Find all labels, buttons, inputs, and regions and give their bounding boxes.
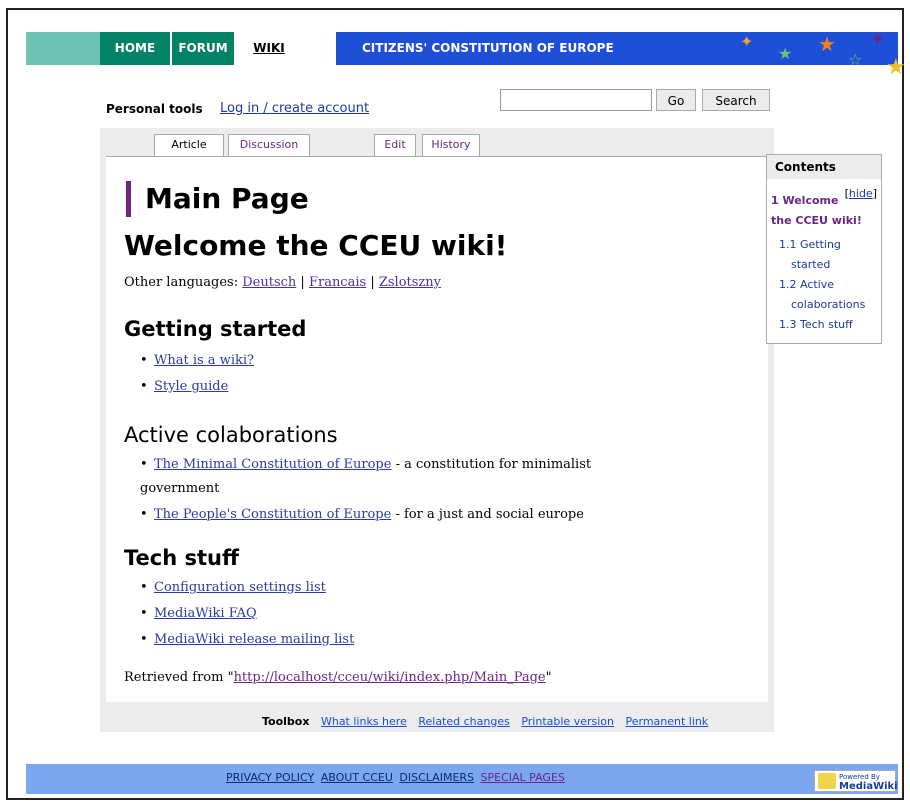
toc-item-label: 1.3 Tech stuff [779, 318, 853, 331]
list-item: • The People's Constitution of Europe - f… [140, 507, 584, 522]
lang-link-francais[interactable]: Francais [309, 275, 366, 290]
toolbox-label: Toolbox [262, 715, 310, 728]
nav-wiki[interactable]: WIKI [236, 32, 302, 65]
star-icon: ☆ [848, 50, 863, 69]
toolbox-link-printable-version[interactable]: Printable version [521, 715, 614, 728]
footer-link-special-pages[interactable]: SPECIAL PAGES [481, 771, 565, 784]
bracket: ] [872, 187, 877, 200]
other-languages: Other languages: Deutsch | Francais | Zs… [124, 275, 441, 290]
link-peoples-constitution[interactable]: The People's Constitution of Europe [154, 507, 391, 522]
toc-item-label: 1.2 Active [779, 278, 835, 291]
toc-item-label: 1.1 Getting [779, 238, 841, 251]
footer: PRIVACY POLICY ABOUT CCEU DISCLAIMERS SP… [26, 764, 898, 794]
mediawiki-badge-text: Powered By MediaWiki [839, 772, 898, 792]
retrieved-suffix: " [545, 670, 552, 685]
tab-discussion[interactable]: Discussion [228, 134, 310, 156]
section-heading-active-colaborations: Active colaborations [124, 423, 338, 447]
star-icon: ★ [818, 32, 836, 56]
separator: | [300, 275, 305, 290]
lang-link-zslotszny[interactable]: Zslotszny [379, 275, 441, 290]
login-link[interactable]: Log in / create account [220, 101, 369, 116]
list-item: • What is a wiki? [140, 353, 254, 368]
table-of-contents: Contents [hide] 1 Welcome the CCEU wiki!… [766, 154, 882, 344]
link-configuration-settings[interactable]: Configuration settings list [154, 580, 326, 595]
star-icon: ✦ [870, 29, 886, 50]
personal-tools-label: Personal tools [106, 102, 203, 116]
welcome-heading: Welcome the CCEU wiki! [124, 229, 508, 262]
toc-item-active[interactable]: 1.2 Active colaborations [779, 275, 865, 315]
powered-by-mediawiki-badge[interactable]: Powered By MediaWiki [814, 770, 898, 792]
link-mediawiki-mailing-list[interactable]: MediaWiki release mailing list [154, 632, 354, 647]
list-item: • Configuration settings list [140, 580, 326, 595]
nav-forum[interactable]: FORUM [172, 32, 234, 65]
toc-item-tech[interactable]: 1.3 Tech stuff [779, 315, 853, 335]
tab-history[interactable]: History [422, 134, 480, 156]
link-minimal-constitution[interactable]: The Minimal Constitution of Europe [154, 457, 391, 472]
badge-line-2: MediaWiki [839, 781, 898, 792]
lang-link-deutsch[interactable]: Deutsch [242, 275, 296, 290]
toc-item-label: started [791, 258, 831, 271]
toc-title: Contents [767, 155, 881, 179]
mediawiki-logo-icon [818, 773, 836, 789]
list-item: • MediaWiki FAQ [140, 606, 257, 621]
separator: | [370, 275, 375, 290]
other-languages-label: Other languages: [124, 275, 239, 290]
link-mediawiki-faq[interactable]: MediaWiki FAQ [154, 606, 257, 621]
banner-teal-block [26, 32, 100, 65]
star-icon: ★ [778, 44, 793, 63]
toc-item-getting-started[interactable]: 1.1 Getting started [779, 235, 841, 275]
toolbox-link-related-changes[interactable]: Related changes [418, 715, 510, 728]
page-title: Main Page [126, 181, 309, 217]
footer-link-privacy-policy[interactable]: PRIVACY POLICY [226, 771, 314, 784]
item-description: - for a just and social europe [391, 507, 584, 522]
search-button[interactable]: Search [702, 89, 770, 111]
footer-links: PRIVACY POLICY ABOUT CCEU DISCLAIMERS SP… [226, 771, 568, 784]
list-item: • Style guide [140, 379, 229, 394]
star-icon: ★ [886, 55, 906, 80]
tab-edit[interactable]: Edit [374, 134, 416, 156]
top-banner: HOME FORUM WIKI CITIZENS' CONSTITUTION O… [26, 29, 906, 79]
nav-home[interactable]: HOME [100, 32, 170, 65]
toc-item-label: colaborations [791, 298, 866, 311]
tab-article[interactable]: Article [154, 134, 224, 157]
section-heading-getting-started: Getting started [124, 317, 307, 341]
toc-item-label: the CCEU wiki! [771, 214, 862, 227]
section-heading-tech-stuff: Tech stuff [124, 546, 239, 570]
item-description: - a constitution for minimalist [391, 457, 592, 472]
retrieved-prefix: Retrieved from " [124, 670, 234, 685]
link-what-is-a-wiki[interactable]: What is a wiki? [154, 353, 254, 368]
toolbox: Toolbox What links here Related changes … [262, 715, 716, 728]
toolbox-link-permanent-link[interactable]: Permanent link [625, 715, 708, 728]
toc-item-welcome[interactable]: 1 Welcome the CCEU wiki! [771, 191, 862, 231]
retrieved-from: Retrieved from "http://localhost/cceu/wi… [124, 670, 552, 685]
retrieved-url-link[interactable]: http://localhost/cceu/wiki/index.php/Mai… [234, 670, 546, 685]
site-title: CITIZENS' CONSTITUTION OF EUROPE [362, 41, 614, 55]
link-style-guide[interactable]: Style guide [154, 379, 228, 394]
go-button[interactable]: Go [656, 89, 696, 111]
toc-item-label: 1 Welcome [771, 194, 839, 207]
list-item: • The Minimal Constitution of Europe - a … [140, 457, 592, 472]
toolbox-link-what-links-here[interactable]: What links here [321, 715, 407, 728]
footer-link-disclaimers[interactable]: DISCLAIMERS [399, 771, 474, 784]
star-icon: ✦ [740, 32, 754, 51]
search-input[interactable] [500, 89, 652, 111]
list-item: • MediaWiki release mailing list [140, 632, 355, 647]
footer-link-about-cceu[interactable]: ABOUT CCEU [321, 771, 393, 784]
item-description-continued: government [140, 481, 220, 496]
